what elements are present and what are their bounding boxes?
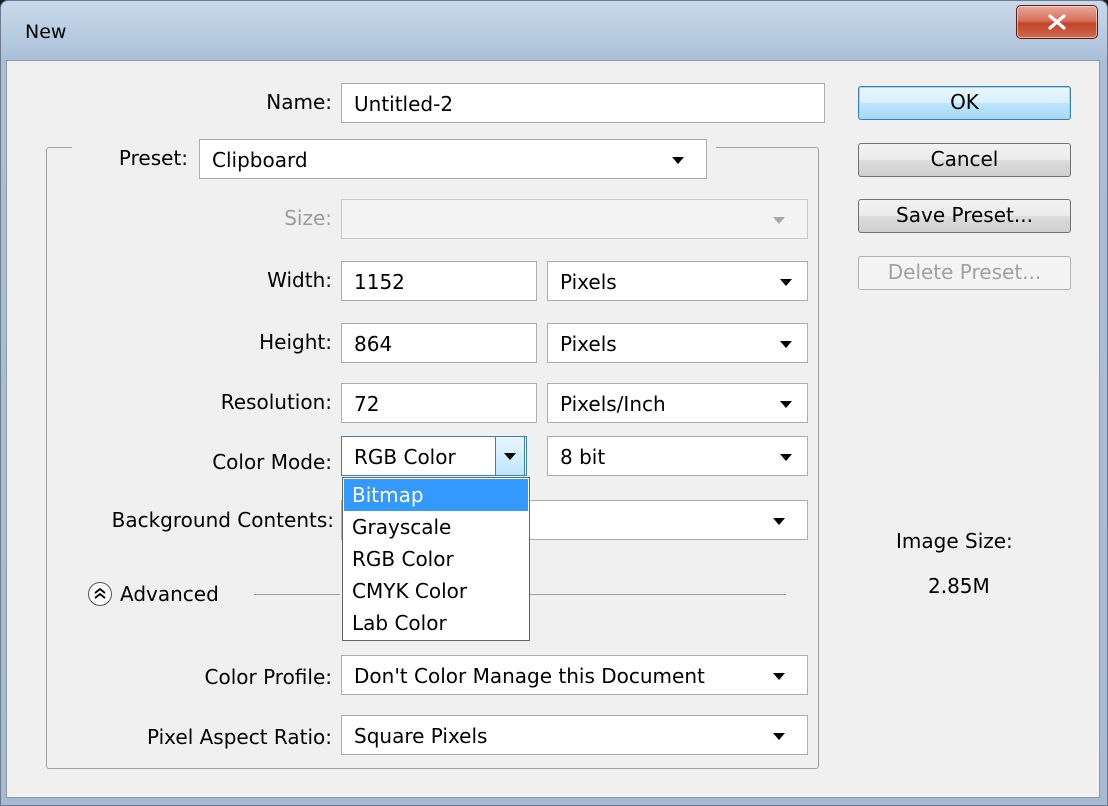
color-profile-value: Don't Color Manage this Document <box>354 664 705 688</box>
advanced-toggle-button[interactable] <box>88 582 112 606</box>
dropdown-option-rgb-color[interactable]: RGB Color <box>344 543 528 575</box>
dropdown-option-bitmap[interactable]: Bitmap <box>344 479 528 511</box>
resolution-input[interactable]: 72 <box>341 383 537 423</box>
height-input-value: 864 <box>354 332 393 356</box>
height-unit-value: Pixels <box>560 332 617 356</box>
chevron-down-icon <box>773 673 785 680</box>
chevron-down-icon <box>780 454 792 461</box>
background-contents-label: Background Contents: <box>111 508 334 532</box>
pixel-aspect-ratio-value: Square Pixels <box>354 724 488 748</box>
resolution-label: Resolution: <box>220 390 332 414</box>
pixel-aspect-ratio-select[interactable]: Square Pixels <box>341 715 808 755</box>
bit-depth-value: 8 bit <box>560 445 606 469</box>
width-unit-select[interactable]: Pixels <box>547 261 808 301</box>
close-icon <box>1048 14 1066 30</box>
name-input-value: Untitled-2 <box>354 92 454 116</box>
color-mode-label: Color Mode: <box>212 450 332 474</box>
name-label: Name: <box>266 90 332 114</box>
chevron-down-icon <box>672 157 684 164</box>
chevron-down-icon <box>773 518 785 525</box>
advanced-separator-right <box>530 594 786 595</box>
image-size-label: Image Size: <box>896 529 1013 553</box>
chevron-down-icon <box>773 217 785 224</box>
color-profile-label: Color Profile: <box>204 665 333 689</box>
dropdown-option-cmyk-color[interactable]: CMYK Color <box>344 575 528 607</box>
save-preset-button[interactable]: Save Preset... <box>858 199 1071 233</box>
resolution-unit-select[interactable]: Pixels/Inch <box>547 383 808 423</box>
color-mode-value: RGB Color <box>354 445 456 469</box>
pixel-aspect-ratio-label: Pixel Aspect Ratio: <box>147 725 332 749</box>
resolution-input-value: 72 <box>354 392 380 416</box>
chevron-down-icon <box>780 341 792 348</box>
chevron-down-icon <box>780 279 792 286</box>
color-mode-dropdown-list: Bitmap Grayscale RGB Color CMYK Color La… <box>342 477 530 641</box>
height-unit-select[interactable]: Pixels <box>547 323 808 363</box>
advanced-separator-left <box>254 594 340 595</box>
title-bar: New <box>1 1 1107 61</box>
color-mode-dropdown-button[interactable] <box>495 436 525 476</box>
image-size-value: 2.85M <box>928 574 990 598</box>
chevron-down-icon <box>504 453 516 460</box>
cancel-button[interactable]: Cancel <box>858 143 1071 177</box>
size-label: Size: <box>284 206 332 230</box>
chevron-down-icon <box>780 401 792 408</box>
size-select[interactable] <box>341 199 808 239</box>
ok-button[interactable]: OK <box>858 86 1071 120</box>
width-label: Width: <box>267 268 332 292</box>
preset-select[interactable]: Clipboard <box>199 139 707 179</box>
width-input[interactable]: 1152 <box>341 261 537 301</box>
height-input[interactable]: 864 <box>341 323 537 363</box>
bit-depth-select[interactable]: 8 bit <box>547 436 808 476</box>
color-profile-select[interactable]: Don't Color Manage this Document <box>341 655 808 695</box>
preset-select-value: Clipboard <box>212 148 308 172</box>
width-input-value: 1152 <box>354 270 405 294</box>
dropdown-option-lab-color[interactable]: Lab Color <box>344 607 528 639</box>
dropdown-option-grayscale[interactable]: Grayscale <box>344 511 528 543</box>
height-label: Height: <box>259 330 332 354</box>
chevron-down-icon <box>773 733 785 740</box>
delete-preset-button[interactable]: Delete Preset... <box>858 256 1071 290</box>
resolution-unit-value: Pixels/Inch <box>560 392 666 416</box>
close-button[interactable] <box>1016 5 1098 39</box>
window-title: New <box>25 21 67 43</box>
chevron-up-double-icon <box>94 587 106 599</box>
name-input[interactable]: Untitled-2 <box>341 83 825 123</box>
width-unit-value: Pixels <box>560 270 617 294</box>
preset-label: Preset: <box>118 146 188 170</box>
advanced-label: Advanced <box>120 582 219 606</box>
